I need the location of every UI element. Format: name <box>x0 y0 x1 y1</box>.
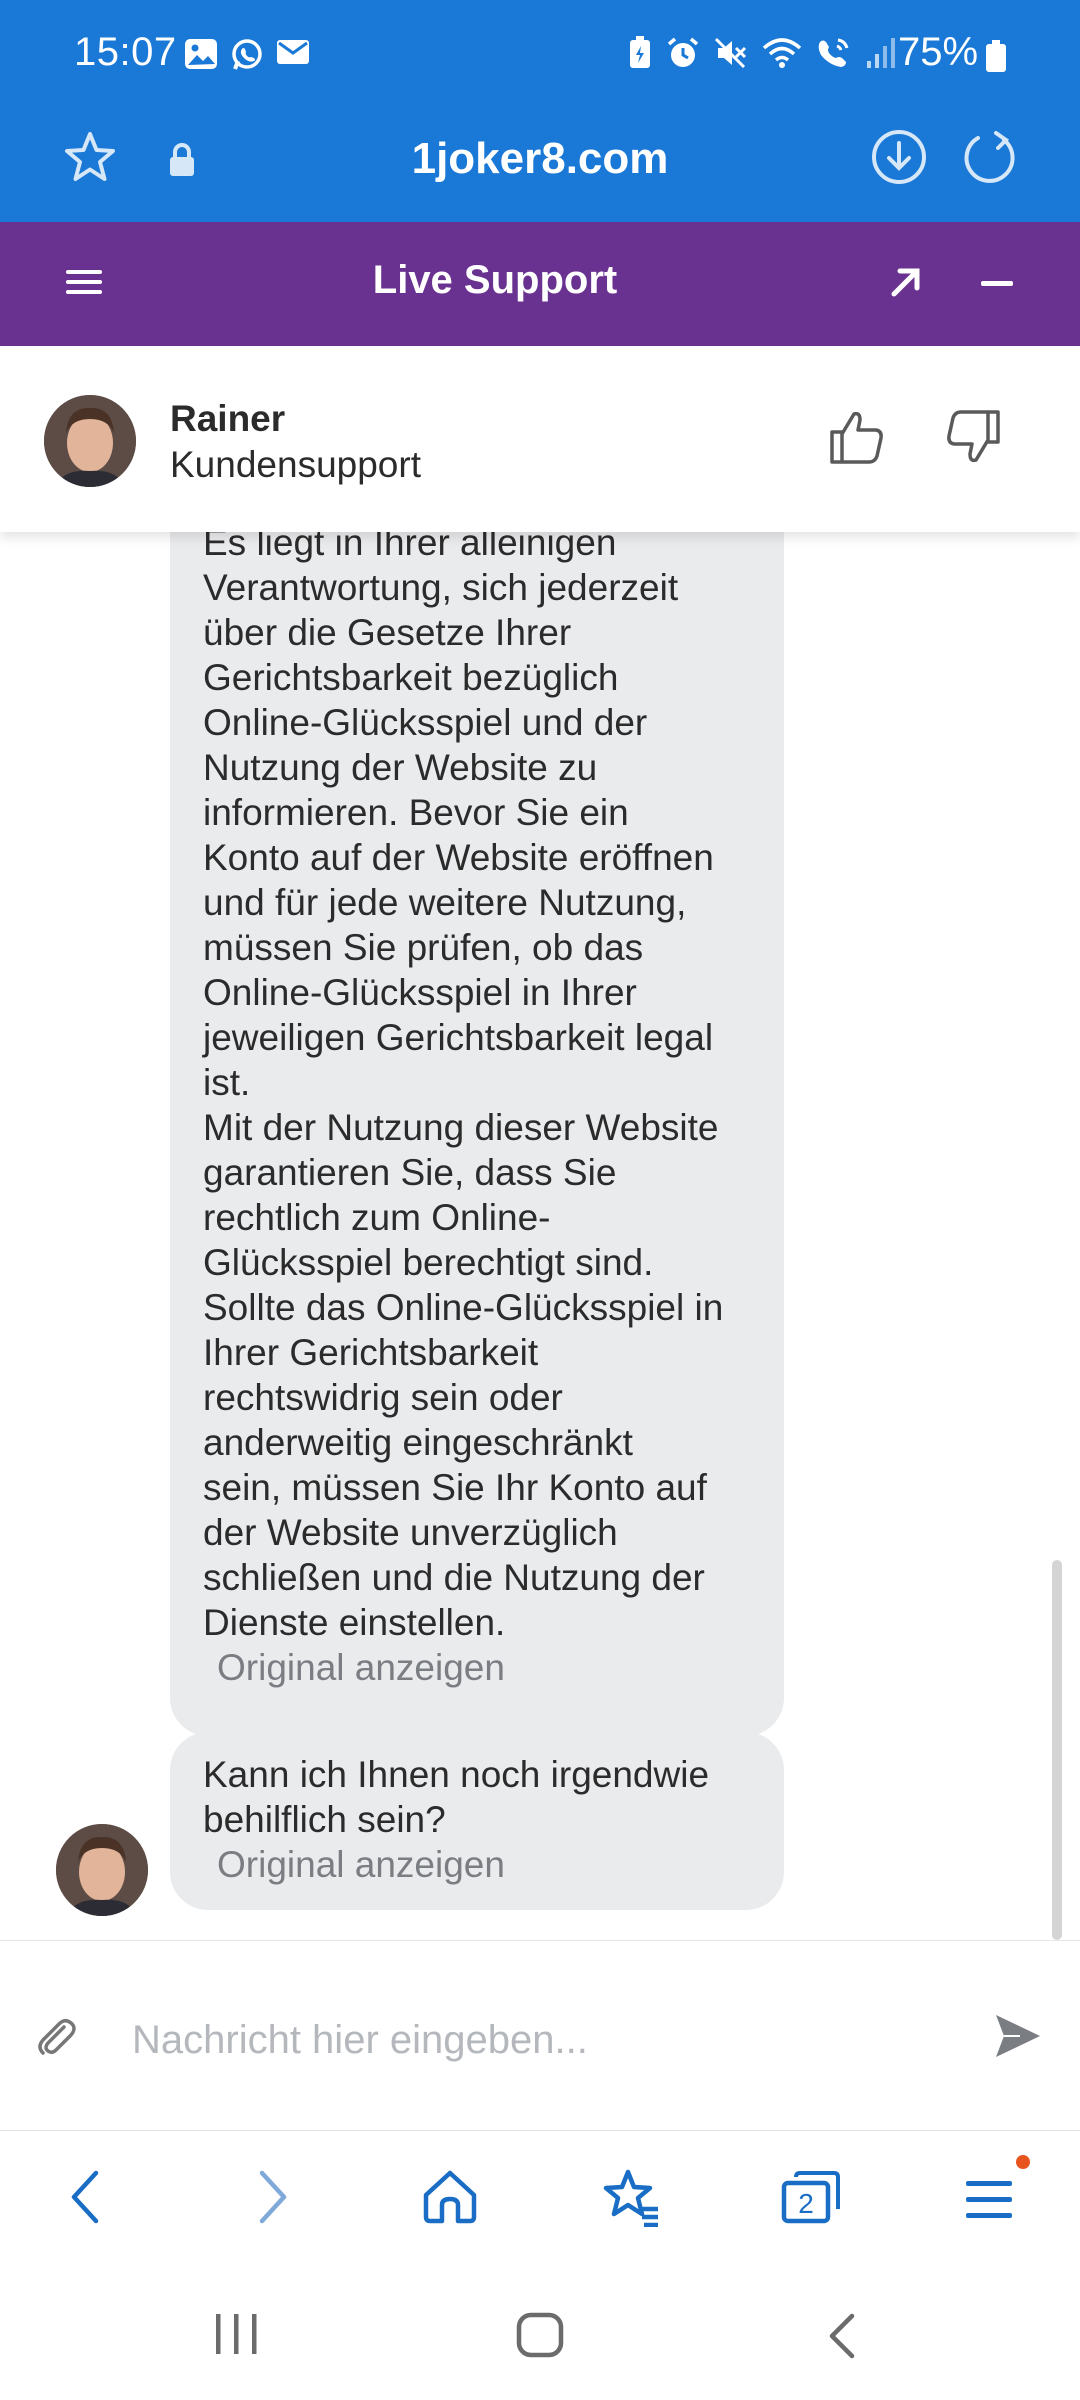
wifi-call-icon <box>816 36 852 70</box>
message-agent-avatar <box>56 1824 148 1916</box>
agent-message-bubble: Es liegt in Ihrer alleinigen Verantwortu… <box>170 532 784 1736</box>
message-line: rechtlich zum Online- <box>203 1197 551 1238</box>
message-line: Ihrer Gerichtsbarkeit <box>203 1332 539 1373</box>
message-line: informieren. Bevor Sie ein <box>203 792 629 833</box>
notification-dot <box>1016 2155 1030 2169</box>
tab-count: 2 <box>798 2188 814 2219</box>
message-line: müssen Sie prüfen, ob das <box>203 927 644 968</box>
system-navigation-bar <box>0 2264 1080 2400</box>
download-icon[interactable] <box>870 128 928 186</box>
paperclip-attach-icon[interactable] <box>34 2015 78 2059</box>
browser-menu-icon[interactable] <box>964 2167 1014 2227</box>
chat-header: Live Support <box>0 222 1080 346</box>
message-scrollbar[interactable] <box>1052 1560 1062 1940</box>
message-line: anderweitig eingeschränkt <box>203 1422 633 1463</box>
wifi-icon <box>762 36 802 70</box>
reload-icon[interactable] <box>960 128 1018 186</box>
message-line: ist. <box>203 1062 251 1103</box>
message-line: Online-Glücksspiel und der <box>203 702 648 743</box>
chat-title: Live Support <box>372 258 618 302</box>
battery-percentage: 75% <box>898 30 979 74</box>
message-list[interactable]: Es liegt in Ihrer alleinigen Verantwortu… <box>0 532 1080 1940</box>
back-icon[interactable] <box>66 2167 106 2227</box>
message-line: Glücksspiel berechtigt sind. <box>203 1242 654 1283</box>
message-input[interactable] <box>130 1999 954 2081</box>
send-icon[interactable] <box>994 2013 1042 2059</box>
battery-saver-icon <box>628 36 652 70</box>
thumbs-down-icon[interactable] <box>944 408 1002 466</box>
message-line: Online-Glücksspiel in Ihrer <box>203 972 637 1013</box>
browser-address-bar: 1joker8.com <box>0 112 1080 222</box>
message-line: Dienste einstellen. <box>203 1602 506 1643</box>
home-icon[interactable] <box>420 2167 480 2227</box>
message-line: Konto auf der Website eröffnen <box>203 837 714 878</box>
browser-bottom-nav: 2 <box>0 2130 1080 2265</box>
minimize-icon[interactable] <box>980 280 1014 288</box>
battery-icon <box>986 40 1006 72</box>
message-line: schließen und die Nutzung der <box>203 1557 705 1598</box>
message-line: Verantwortung, sich jederzeit <box>203 567 679 608</box>
recent-apps-icon[interactable] <box>212 2312 262 2356</box>
status-bar: 15:07 75% <box>0 0 1080 112</box>
agent-avatar <box>44 395 136 487</box>
whatsapp-icon <box>230 38 264 72</box>
thumbs-up-icon[interactable] <box>828 408 886 466</box>
message-line: Mit der Nutzung dieser Website <box>203 1107 719 1148</box>
message-composer <box>0 1940 1080 2131</box>
tabs-icon[interactable]: 2 <box>780 2167 842 2227</box>
message-line: jeweiligen Gerichtsbarkeit legal <box>203 1017 714 1058</box>
status-system-icons <box>628 36 896 70</box>
message-line: rechtswidrig sein oder <box>203 1377 563 1418</box>
agent-role: Kundensupport <box>170 444 421 485</box>
message-line: Es liegt in Ihrer alleinigen <box>203 532 617 563</box>
agent-info-bar: Rainer Kundensupport <box>0 346 1080 532</box>
message-line: Nutzung der Website zu <box>203 747 598 788</box>
message-line: behilflich sein? <box>203 1799 446 1840</box>
system-home-icon[interactable] <box>516 2312 564 2358</box>
status-time: 15:07 <box>74 30 177 74</box>
message-line: sein, müssen Sie Ihr Konto auf <box>203 1467 707 1508</box>
expand-arrow-icon[interactable] <box>886 262 926 302</box>
bookmarks-icon[interactable] <box>600 2167 662 2227</box>
forward-icon[interactable] <box>252 2167 292 2227</box>
message-line: Gerichtsbarkeit bezüglich <box>203 657 619 698</box>
message-line: garantieren Sie, dass Sie <box>203 1152 617 1193</box>
show-original-link[interactable]: Original anzeigen <box>203 1842 764 1887</box>
alarm-icon <box>666 36 700 70</box>
mute-icon <box>714 36 748 70</box>
agent-message-bubble: Kann ich Ihnen noch irgendwie behilflich… <box>170 1732 784 1910</box>
message-line: der Website unverzüglich <box>203 1512 618 1553</box>
signal-icon <box>866 37 896 69</box>
show-original-link[interactable]: Original anzeigen <box>203 1645 764 1690</box>
system-back-icon[interactable] <box>826 2312 858 2360</box>
agent-name: Rainer <box>170 398 286 439</box>
message-line: über die Gesetze Ihrer <box>203 612 572 653</box>
message-line: und für jede weitere Nutzung, <box>203 882 687 923</box>
mail-icon <box>276 38 310 72</box>
status-notification-icons <box>184 38 310 72</box>
message-line: Sollte das Online-Glücksspiel in <box>203 1287 724 1328</box>
gallery-icon <box>184 38 218 72</box>
message-line: Kann ich Ihnen noch irgendwie <box>203 1754 710 1795</box>
